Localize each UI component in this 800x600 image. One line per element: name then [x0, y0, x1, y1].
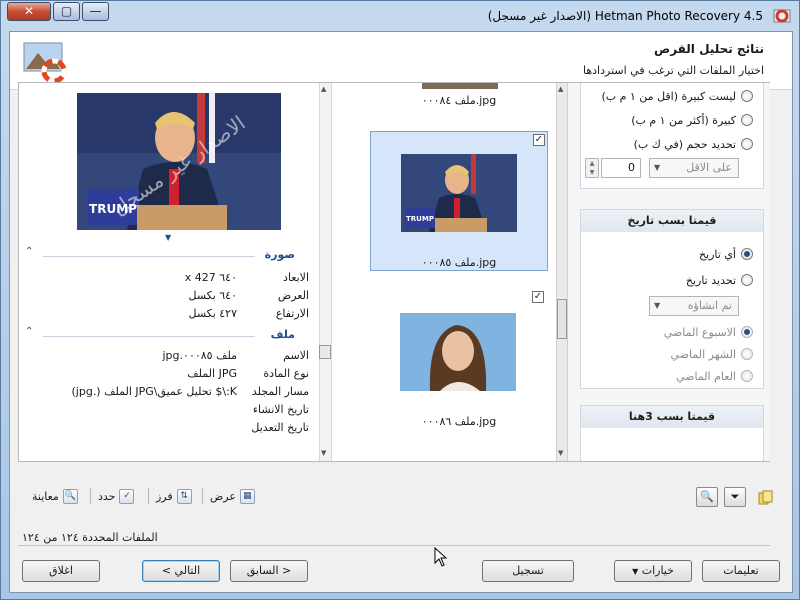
thumbnail-image: [400, 313, 516, 391]
chevron-down-icon: ▼: [654, 301, 661, 310]
preview-toggle-button[interactable]: 🔍: [696, 487, 718, 507]
toolbar-divider: [202, 488, 203, 504]
size-filter-group: ليست كبيرة (اقل من ١ م ب) كبيرة (أكثر من…: [580, 83, 764, 189]
maximize-window-button[interactable]: ▢: [53, 2, 80, 21]
wizard-client-area: نتائج تحليل القرص اختيار الملفات التي تر…: [9, 31, 793, 593]
thumbnail-item[interactable]: ✓ ملف ٠٠٠٨٦.jpg: [370, 291, 548, 431]
third-filter-title: قيمتا بسب 3هنا: [581, 406, 763, 428]
selected-files-status: الملفات المحددة ١٢٤ من ١٢٤: [22, 531, 158, 544]
date-filter-group: قيمتا بسب تاريخ أي تاريخ تحديد تاريخ تم …: [580, 209, 764, 389]
prop-modified: تاريخ التعديل: [251, 421, 309, 434]
view-thumbnails-icon: ▦: [239, 488, 255, 504]
radio-icon[interactable]: [741, 138, 753, 150]
page-title: نتائج تحليل القرص: [654, 42, 764, 56]
date-option-specific[interactable]: تحديد تاريخ: [686, 272, 753, 288]
third-filter-group: قيمتا بسب 3هنا: [580, 405, 764, 461]
radio-icon[interactable]: [741, 370, 753, 382]
collapse-chevron-icon[interactable]: ⌃: [25, 246, 33, 257]
close-button[interactable]: اغلاق: [22, 560, 100, 582]
prop-width: العرض ٦٤٠ بكسل: [188, 289, 309, 302]
collapse-chevron-icon[interactable]: ⌃: [25, 326, 33, 337]
size-mode-select[interactable]: على الاقل ▼: [649, 158, 739, 178]
scroll-up-icon[interactable]: ▲: [321, 85, 326, 93]
prop-name: الاسم ملف ٠٠٠٨٥.jpg: [162, 349, 310, 362]
options-button[interactable]: خيارات ▼: [614, 560, 692, 582]
help-button[interactable]: تعليمات: [702, 560, 780, 582]
status-divider: [18, 545, 770, 546]
close-window-button[interactable]: ✕: [7, 2, 51, 21]
search-icon: 🔍: [700, 490, 714, 503]
preview-tool[interactable]: 🔍 معاينة: [32, 487, 78, 505]
scroll-thumb[interactable]: [557, 299, 567, 339]
thumbnail-item[interactable]: ملف ٠٠٠٨٤.jpg: [370, 83, 548, 113]
thumbnail-item-selected[interactable]: ✓ TRUMP ملف ٠٠٠٨٥.jpg: [370, 131, 548, 271]
thumbnail-checkbox[interactable]: ✓: [533, 134, 545, 146]
filter-toggle-button[interactable]: ⏷: [724, 487, 746, 507]
prop-dimensions: الابعاد ٦٤٠ x 427: [184, 271, 309, 284]
select-tool[interactable]: ✓ حدد: [98, 487, 135, 505]
results-panel: TRUMP الاصدار غير مسجل ▼ ⌃ صورة الابعاد ٦…: [18, 82, 770, 462]
date-mode-select[interactable]: تم انشاؤه ▼: [649, 296, 739, 316]
thumbnail-image: TRUMP: [401, 154, 517, 232]
toolbar-divider: [90, 488, 91, 504]
window-frame: ✕ ▢ — Hetman Photo Recovery 4.5 (الاصدار…: [0, 0, 800, 600]
date-option-any[interactable]: أي تاريخ: [699, 246, 753, 262]
magnifier-icon: 🔍: [62, 488, 78, 504]
file-section-header[interactable]: ⌃ ملف: [25, 326, 295, 343]
size-value-input[interactable]: 0: [601, 158, 641, 178]
prop-type: نوع المادة JPG الملف: [187, 367, 309, 380]
splitter-arrow-icon[interactable]: ▼: [165, 233, 171, 242]
radio-icon[interactable]: [741, 114, 753, 126]
preview-image: TRUMP الاصدار غير مسجل: [77, 93, 281, 230]
radio-icon[interactable]: [741, 326, 753, 338]
back-button[interactable]: < السابق: [230, 560, 308, 582]
prop-created: تاريخ الانشاء: [252, 403, 309, 416]
prop-path: مسار المجلد K:\$ تحليل عميق\JPG الملف (.j…: [71, 385, 309, 398]
date-sub-last-year[interactable]: العام الماضي: [676, 368, 753, 384]
minimize-window-button[interactable]: —: [82, 2, 109, 21]
dropdown-arrow-icon: ▼: [632, 567, 639, 576]
app-icon: [773, 9, 791, 23]
size-option-large[interactable]: كبيرة (أكثر من ١ م ب): [631, 112, 753, 128]
date-sub-last-week[interactable]: الاسبوع الماضي: [664, 324, 753, 340]
size-option-small[interactable]: ليست كبيرة (اقل من ١ م ب): [601, 88, 753, 104]
date-filter-title: قيمتا بسب تاريخ: [581, 210, 763, 232]
thumbnails-scrollbar[interactable]: ▲ ▼: [319, 83, 332, 461]
next-button[interactable]: التالي >: [142, 560, 220, 582]
radio-icon[interactable]: [741, 248, 753, 260]
scroll-thumb[interactable]: [319, 345, 331, 359]
scroll-up-icon[interactable]: ▲: [558, 85, 563, 93]
thumbnail-checkbox[interactable]: ✓: [532, 291, 544, 303]
filter-icon: ⏷: [730, 490, 740, 503]
checkbox-icon: ✓: [119, 488, 135, 504]
size-option-custom[interactable]: تحديد حجم (في ك ب): [634, 136, 753, 152]
image-section-header[interactable]: ⌃ صورة: [25, 246, 295, 263]
photo-recovery-logo-icon: [23, 42, 67, 84]
sort-tool[interactable]: ⇅ فرز: [156, 487, 192, 505]
mouse-cursor-icon: [434, 547, 448, 567]
register-button[interactable]: تسجيل: [482, 560, 574, 582]
title-bar[interactable]: ✕ ▢ — Hetman Photo Recovery 4.5 (الاصدار…: [1, 1, 800, 31]
radio-icon[interactable]: [741, 274, 753, 286]
thumbnails-grid: ملف ٠٠٠٨٤.jpg ✓ TRUMP ملف ٠٠٠٨٥.jpg ✓ مل…: [332, 83, 556, 461]
toolbar-divider: [148, 488, 149, 504]
scroll-down-icon[interactable]: ▼: [558, 449, 563, 457]
size-value-stepper[interactable]: ▲ ▼: [585, 158, 599, 178]
radio-icon[interactable]: [741, 348, 753, 360]
window-title: Hetman Photo Recovery 4.5 (الاصدار غير م…: [487, 9, 763, 23]
sort-icon: ⇅: [176, 488, 192, 504]
svg-text:TRUMP: TRUMP: [406, 215, 434, 223]
copy-icon[interactable]: [758, 490, 774, 506]
chevron-down-icon: ▼: [654, 163, 661, 172]
preview-pane: TRUMP الاصدار غير مسجل ▼ ⌃ صورة الابعاد ٦…: [19, 83, 319, 461]
prop-height: الارتفاع ٤٢٧ بكسل: [188, 307, 309, 320]
view-tool[interactable]: ▦ عرض: [210, 487, 255, 505]
radio-icon[interactable]: [741, 90, 753, 102]
scroll-down-icon[interactable]: ▼: [321, 449, 326, 457]
filter-panel: ليست كبيرة (اقل من ١ م ب) كبيرة (أكثر من…: [568, 83, 770, 461]
date-sub-last-month[interactable]: الشهر الماضي: [671, 346, 753, 362]
page-subtitle: اختيار الملفات التي ترغب في استردادها: [583, 64, 764, 77]
filters-scrollbar[interactable]: ▲ ▼: [556, 83, 568, 461]
